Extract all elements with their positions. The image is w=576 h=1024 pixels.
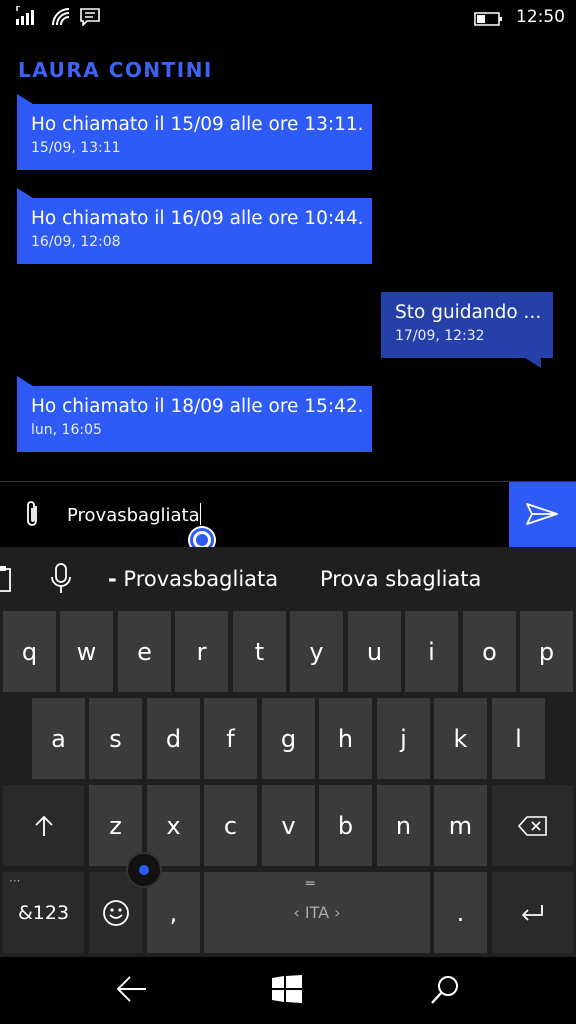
key-q[interactable]: q [3, 611, 56, 692]
key-l[interactable]: l [492, 698, 545, 779]
message-text: Ho chiamato il 15/09 alle ore 13:11. [31, 114, 364, 135]
suggestion-secondary[interactable]: Prova sbagliata [320, 567, 481, 591]
shift-key[interactable] [3, 785, 84, 866]
bubble-tail [17, 94, 33, 104]
key-u[interactable]: u [348, 611, 401, 692]
space-key-label: ‹ ITA › [293, 903, 341, 922]
key-w[interactable]: w [60, 611, 113, 692]
key-i[interactable]: i [405, 611, 458, 692]
bubble-tail [17, 188, 33, 198]
space-key[interactable]: ═ ‹ ITA › [204, 872, 430, 953]
cursor-control[interactable] [126, 852, 162, 888]
key-a[interactable]: a [32, 698, 85, 779]
search-icon[interactable] [430, 975, 460, 1005]
key-o[interactable]: o [463, 611, 516, 692]
backspace-key[interactable] [492, 785, 573, 866]
key-v[interactable]: v [262, 785, 315, 866]
send-button[interactable] [509, 482, 576, 547]
message-time: 17/09, 12:32 [395, 328, 485, 344]
compose-bar: Provasbagliata [0, 481, 576, 547]
back-arrow-icon[interactable] [116, 975, 148, 1003]
message-bubble[interactable]: Ho chiamato il 18/09 alle ore 15:42. lun… [17, 376, 372, 452]
clock: 12:50 [516, 7, 565, 27]
key-m[interactable]: m [434, 785, 487, 866]
key-h[interactable]: h [319, 698, 372, 779]
period-key[interactable]: . [434, 872, 487, 953]
shift-arrow-icon [34, 815, 53, 836]
key-t[interactable]: t [233, 611, 286, 692]
message-text: Ho chiamato il 16/09 alle ore 10:44. [31, 208, 364, 229]
drag-handle-icon: ═ [306, 876, 315, 892]
suggestion-primary[interactable]: - Provasbagliata [108, 567, 278, 591]
message-time: 16/09, 12:08 [31, 234, 121, 250]
key-s[interactable]: s [89, 698, 142, 779]
key-p[interactable]: p [520, 611, 573, 692]
message-input[interactable]: Provasbagliata [67, 503, 201, 526]
key-d[interactable]: d [147, 698, 200, 779]
paperclip-icon[interactable] [20, 500, 46, 530]
navigation-bar [0, 957, 576, 1024]
more-dots: ··· [9, 874, 21, 888]
key-r[interactable]: r [175, 611, 228, 692]
key-y[interactable]: y [290, 611, 343, 692]
message-text: Ho chiamato il 18/09 alle ore 15:42. [31, 396, 364, 417]
key-k[interactable]: k [434, 698, 487, 779]
message-bubble[interactable]: Ho chiamato il 15/09 alle ore 13:11. 15/… [17, 94, 372, 170]
key-j[interactable]: j [377, 698, 430, 779]
enter-key[interactable] [492, 872, 573, 953]
key-n[interactable]: n [377, 785, 430, 866]
text-cursor [199, 503, 201, 525]
message-bubble-outgoing[interactable]: Sto guidando ... 17/09, 12:32 [381, 292, 553, 368]
key-c[interactable]: c [204, 785, 257, 866]
wifi-icon [52, 8, 70, 26]
key-f[interactable]: f [204, 698, 257, 779]
keyboard: - Provasbagliata Prova sbagliata q w e r… [0, 547, 576, 957]
backspace-icon [517, 815, 547, 836]
message-input-text: Provasbagliata [67, 505, 200, 526]
key-g[interactable]: g [262, 698, 315, 779]
numbers-key-label: &123 [17, 901, 70, 924]
numbers-key[interactable]: ··· &123 [3, 872, 84, 953]
message-text: Sto guidando ... [395, 302, 542, 323]
enter-icon [521, 904, 543, 921]
message-time: lun, 16:05 [31, 422, 102, 438]
message-time: 15/09, 13:11 [31, 140, 121, 156]
key-x[interactable]: x [147, 785, 200, 866]
message-icon [80, 8, 100, 26]
windows-start-icon[interactable] [272, 975, 302, 1003]
clipboard-icon[interactable] [0, 565, 12, 593]
send-icon [526, 503, 558, 525]
bubble-tail [17, 376, 33, 386]
bubble-tail [525, 358, 541, 368]
key-b[interactable]: b [319, 785, 372, 866]
signal-icon [16, 6, 34, 25]
message-bubble[interactable]: Ho chiamato il 16/09 alle ore 10:44. 16/… [17, 188, 372, 264]
status-bar: 12:50 [0, 0, 576, 36]
suggestion-bar: - Provasbagliata Prova sbagliata [0, 547, 576, 611]
key-e[interactable]: e [118, 611, 171, 692]
cursor-dot [139, 865, 149, 875]
battery-icon [474, 12, 502, 26]
smiley-icon [102, 899, 129, 926]
suggestion-text: Provasbagliata [123, 567, 279, 591]
contact-name[interactable]: LAURA CONTINI [18, 58, 213, 82]
microphone-icon[interactable] [50, 563, 72, 595]
